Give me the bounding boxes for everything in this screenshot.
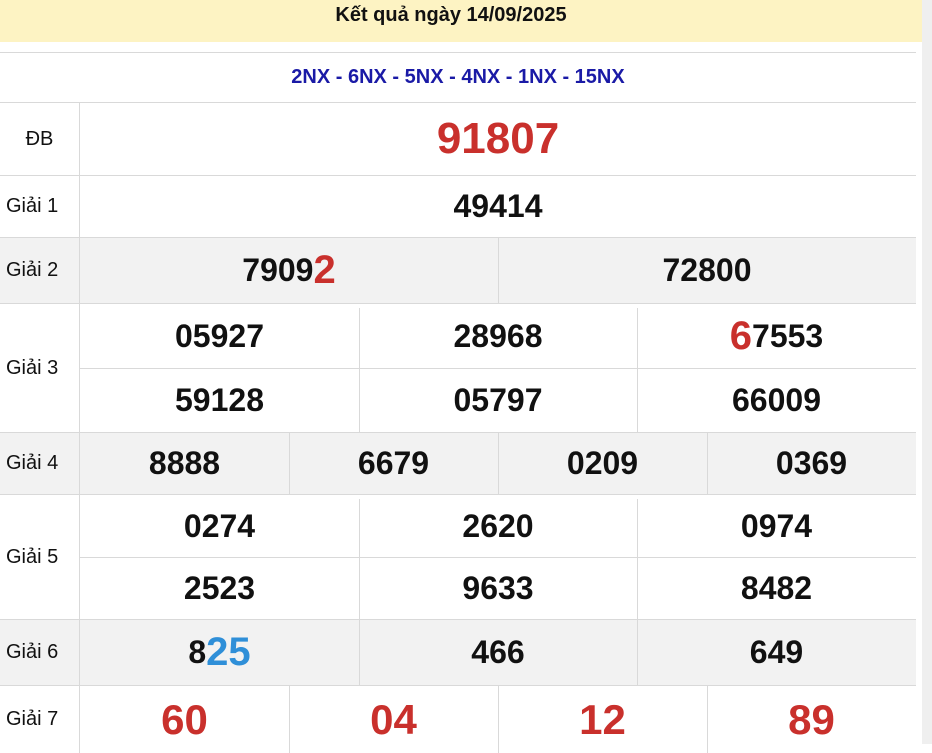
prize-g4-4: 0369 <box>775 445 848 481</box>
prize-g3-3: 6 7553 <box>637 304 916 368</box>
prize-g3-1: 05927 <box>80 304 359 368</box>
prize-g5-2: 2620 <box>462 507 534 544</box>
prize-g5-1: 0274 <box>183 507 256 544</box>
divider <box>80 368 916 369</box>
prize-g2-1: 7909 2 <box>80 238 498 303</box>
prize-g5-5: 9633 <box>462 569 534 606</box>
prize-g6-2: 466 <box>359 620 637 685</box>
row-g4: Giải 4 8888 6679 0209 0369 <box>0 433 916 495</box>
prize-g3-2-main: 28968 <box>453 317 543 354</box>
divider <box>289 686 290 753</box>
prize-g6-1-main: 8 <box>188 634 207 670</box>
prize-g3-2: 28968 <box>359 304 637 368</box>
prize-g3-1-main: 05927 <box>175 317 264 354</box>
prize-g6-1-highlight: 25 <box>206 630 251 674</box>
prize-g3-6: 66009 <box>637 368 916 432</box>
prize-g3-5-main: 05797 <box>453 381 543 418</box>
prize-g3-6-main: 66009 <box>732 381 821 418</box>
divider <box>498 433 499 494</box>
prize-g2-1-main: 7909 <box>242 252 314 288</box>
prize-g7-1: 60 <box>161 695 208 743</box>
divider <box>637 620 638 685</box>
prize-g4-1: 8888 <box>148 445 221 481</box>
results-table: 2NX - 6NX - 5NX - 4NX - 1NX - 15NX ĐB 91… <box>0 52 916 753</box>
divider <box>359 308 360 432</box>
prize-g3-5: 05797 <box>359 368 637 432</box>
prize-g3-3-main: 7553 <box>752 317 824 354</box>
prize-g6-3: 649 <box>637 620 916 685</box>
prize-special: 91807 <box>436 114 560 163</box>
divider <box>707 433 708 494</box>
divider <box>637 499 638 619</box>
prize-g4-2: 6679 <box>357 445 430 481</box>
prize-g2-2: 72800 <box>498 238 916 303</box>
label-g2: Giải 2 <box>0 238 80 303</box>
divider <box>359 499 360 619</box>
row-special: ĐB 91807 <box>0 103 916 176</box>
scrollbar-track[interactable] <box>922 0 932 744</box>
prize-g4-3: 0209 <box>566 445 639 481</box>
divider <box>289 433 290 494</box>
divider <box>359 620 360 685</box>
label-g6: Giải 6 <box>0 620 80 685</box>
prize-g3-3-prefix: 6 <box>729 313 753 358</box>
prize-g7-4: 89 <box>788 695 835 743</box>
row-g5: Giải 5 0274 2620 0974 2523 9633 8482 <box>0 495 916 620</box>
label-g1: Giải 1 <box>0 176 80 237</box>
label-g3: Giải 3 <box>0 304 80 432</box>
prize-g3-4-main: 59128 <box>175 381 264 418</box>
row-g7: Giải 7 60 04 12 89 <box>0 686 916 753</box>
divider <box>498 686 499 753</box>
divider <box>637 308 638 432</box>
label-g4: Giải 4 <box>0 433 80 494</box>
prize-g6-2-main: 466 <box>471 634 525 670</box>
row-g1: Giải 1 49414 <box>0 176 916 238</box>
prize-g1: 49414 <box>453 188 543 224</box>
row-g2: Giải 2 7909 2 72800 <box>0 238 916 304</box>
prize-g2-1-highlight: 2 <box>313 248 336 292</box>
codes-row: 2NX - 6NX - 5NX - 4NX - 1NX - 15NX <box>0 53 916 103</box>
prize-g5-6: 8482 <box>740 569 813 606</box>
label-g7: Giải 7 <box>0 686 80 753</box>
row-g3: Giải 3 05927 28968 6 7553 59128 05797 660… <box>0 304 916 433</box>
page-title: Kết quả ngày 14/09/2025 <box>335 3 567 26</box>
prize-g5-4: 2523 <box>183 569 256 606</box>
divider <box>707 686 708 753</box>
divider <box>80 557 916 558</box>
prize-g5-3: 0974 <box>740 507 813 544</box>
prize-g6-1: 8 25 <box>80 620 359 685</box>
prize-g7-3: 12 <box>579 695 626 743</box>
prize-g3-4: 59128 <box>80 368 359 432</box>
prize-g6-3-main: 649 <box>749 634 804 670</box>
prize-g7-2: 04 <box>370 695 417 743</box>
row-g6: Giải 6 8 25 466 649 <box>0 620 916 686</box>
prize-g2-2-main: 72800 <box>662 252 752 288</box>
label-special: ĐB <box>0 103 80 175</box>
label-g5: Giải 5 <box>0 495 80 619</box>
